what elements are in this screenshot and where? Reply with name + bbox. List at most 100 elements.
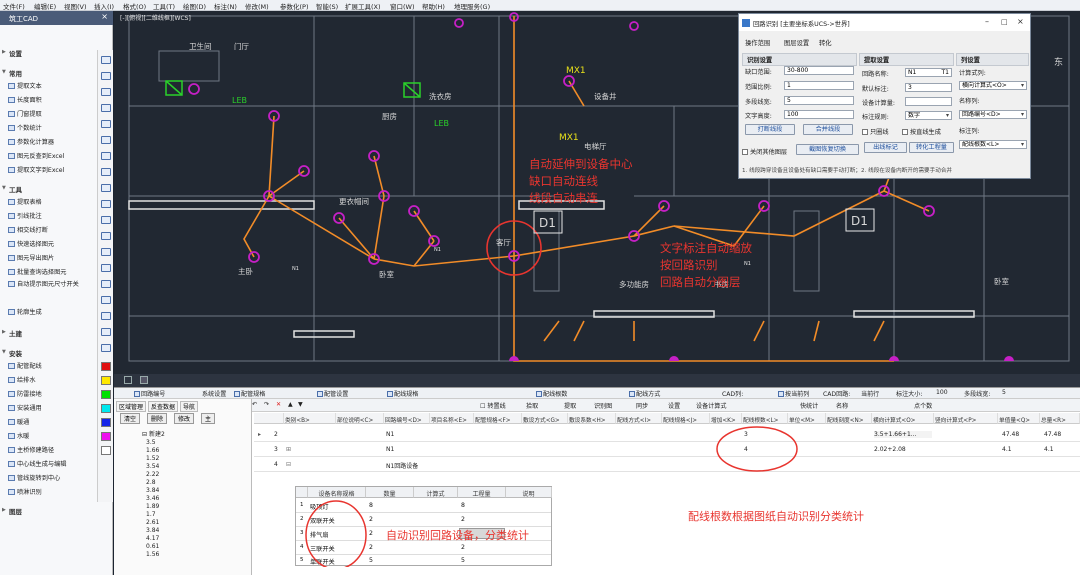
device-name[interactable]: 单联开关: [310, 557, 335, 566]
color-red-swatch[interactable]: [101, 362, 111, 371]
tool-auto-size-toggle[interactable]: 自动提示图元尺寸开关: [8, 281, 97, 289]
tree-item[interactable]: 3.84: [146, 527, 159, 534]
label-size-select[interactable]: 100: [936, 389, 948, 396]
count-points-button[interactable]: 点个数: [914, 401, 932, 410]
scale-icon[interactable]: [101, 296, 111, 304]
extend-icon[interactable]: [101, 216, 111, 224]
menu-tools[interactable]: 工具(T): [153, 1, 175, 11]
mark-rule-select[interactable]: 数字: [905, 111, 952, 120]
brush-icon[interactable]: [101, 248, 111, 256]
sub-header-cell[interactable]: 计算式: [414, 487, 458, 498]
default-mark-input[interactable]: 3: [905, 83, 952, 92]
move-icon[interactable]: [101, 120, 111, 128]
group-layers[interactable]: 图层: [9, 506, 22, 516]
tool-count[interactable]: 个数统计: [8, 123, 42, 132]
tree-item[interactable]: 2.61: [146, 519, 159, 526]
trim-icon[interactable]: [101, 200, 111, 208]
device-qty[interactable]: 2: [369, 516, 373, 523]
menu-operation-range[interactable]: 操作范围: [745, 38, 770, 47]
tool-lightning[interactable]: 防雷接地: [8, 389, 42, 398]
group-tools[interactable]: 工具: [9, 184, 22, 194]
expand-icon[interactable]: ⊞: [286, 446, 291, 453]
field-pipe-spec[interactable]: 配管规格: [234, 389, 265, 398]
field-wire-spec[interactable]: 配线规格: [387, 389, 418, 398]
chevron-down-icon[interactable]: ▼: [2, 349, 6, 355]
settings-icon[interactable]: [124, 376, 132, 384]
ratio-input[interactable]: 1: [784, 81, 854, 90]
device-name[interactable]: 吸顶灯: [310, 502, 329, 511]
delete-icon[interactable]: ✕: [276, 401, 281, 408]
header-cell[interactable]: 单值量<Q>: [998, 413, 1040, 424]
cell-circuit[interactable]: N1: [386, 446, 394, 453]
only-circle-checkbox[interactable]: 只圈线: [862, 127, 889, 136]
device-name[interactable]: 三联开关: [310, 544, 335, 553]
tool-export-image[interactable]: 图元导出图片: [8, 253, 54, 262]
tool-centerline[interactable]: 中心线生成与编辑: [8, 459, 67, 468]
tree-item[interactable]: 3.54: [146, 463, 159, 470]
tool-reverse-excel[interactable]: 图元反查到Excel: [8, 151, 64, 160]
tool-calculator[interactable]: 参数化计算器: [8, 137, 54, 146]
device-formula-button[interactable]: 设备计算式: [696, 401, 726, 410]
tool-main-bridge[interactable]: 主桥修建路径: [8, 445, 54, 454]
extract-button[interactable]: 提取: [564, 401, 576, 410]
settings-button[interactable]: 设置: [668, 401, 680, 410]
sync-button[interactable]: 同步: [636, 401, 648, 410]
menu-draw[interactable]: 绘图(D): [183, 1, 206, 11]
tree-item[interactable]: 3.46: [146, 495, 159, 502]
field-circuit-no[interactable]: 回路编号: [134, 389, 165, 398]
main-button[interactable]: 主: [201, 413, 216, 424]
group-common[interactable]: 常用: [9, 68, 22, 78]
tool-extract-text[interactable]: 提取文本: [8, 81, 42, 90]
layout-icon[interactable]: [140, 376, 148, 384]
cell-wire-count[interactable]: 4: [744, 446, 748, 453]
field-wire-method[interactable]: 配线方式: [629, 389, 660, 398]
tree-item[interactable]: 4.17: [146, 535, 159, 542]
device-qty[interactable]: 2: [369, 530, 373, 537]
name-column-select[interactable]: 回路编号<D>: [959, 110, 1027, 119]
header-cell[interactable]: 回路编号<D>: [384, 413, 430, 424]
tree-item[interactable]: 0.61: [146, 543, 159, 550]
field-wire-count[interactable]: 配线根数: [536, 389, 567, 398]
menu-edit[interactable]: 编辑(E): [34, 1, 56, 11]
color-yellow-swatch[interactable]: [101, 376, 111, 385]
tool-plumbing[interactable]: 水暖: [8, 431, 29, 440]
maximize-icon[interactable]: □: [1001, 18, 1008, 26]
name-dropdown[interactable]: 名称: [836, 401, 848, 410]
header-cell[interactable]: 增加<K>: [710, 413, 742, 424]
filter-icon[interactable]: [101, 344, 111, 352]
menu-format[interactable]: 格式(O): [123, 1, 146, 11]
tool-rotate-center[interactable]: 管线旋转到中心: [8, 473, 60, 482]
cell-circuit[interactable]: N1: [386, 431, 394, 438]
tool-water[interactable]: 给排水: [8, 375, 36, 384]
tree-item[interactable]: 1.89: [146, 503, 159, 510]
header-cell[interactable]: 项目名称<E>: [430, 413, 474, 424]
tool-batch-query[interactable]: 批量查询选择图元: [8, 267, 67, 276]
header-cell[interactable]: 配线根数<L>: [742, 413, 788, 424]
copy-icon[interactable]: [101, 136, 111, 144]
chevron-right-icon[interactable]: ▶: [2, 329, 6, 335]
circuit-name-input[interactable]: N1 T1: [905, 68, 952, 77]
sub-header-cell[interactable]: 设备名称规格: [308, 487, 366, 498]
viewport-label[interactable]: [-][俯视][二维线框][WCS]: [120, 13, 191, 22]
header-cell[interactable]: 类别<B>: [284, 413, 336, 424]
menu-extension[interactable]: 扩展工具(X): [345, 1, 381, 11]
fillet-icon[interactable]: [101, 232, 111, 240]
recognize-button[interactable]: 识别图: [594, 401, 612, 410]
polyline-width-input[interactable]: 5: [784, 96, 854, 105]
tab-navigate[interactable]: 导航: [180, 401, 199, 412]
menu-geo[interactable]: 地理服务(G): [454, 1, 490, 11]
minimize-icon[interactable]: –: [985, 17, 989, 26]
menu-window[interactable]: 窗口(W): [390, 1, 415, 11]
mark-column-select[interactable]: 配线根数<L>: [959, 140, 1027, 149]
tool-length-area[interactable]: 长度面积: [8, 95, 42, 104]
tree-item[interactable]: 2.8: [146, 479, 156, 486]
out-mark-button[interactable]: 出线标记: [864, 142, 907, 153]
by-line-checkbox[interactable]: 按直线生成: [902, 127, 941, 136]
tree-item[interactable]: 1.66: [146, 447, 159, 454]
header-cell[interactable]: 配线方式<I>: [616, 413, 662, 424]
menu-smart[interactable]: 智能(S): [316, 1, 338, 11]
undo-icon[interactable]: ↶: [252, 401, 257, 408]
tool-hvac[interactable]: 暖通: [8, 417, 29, 426]
tool-leader-note[interactable]: 引线批注: [8, 211, 42, 220]
quick-stat-button[interactable]: 快统计: [800, 401, 818, 410]
